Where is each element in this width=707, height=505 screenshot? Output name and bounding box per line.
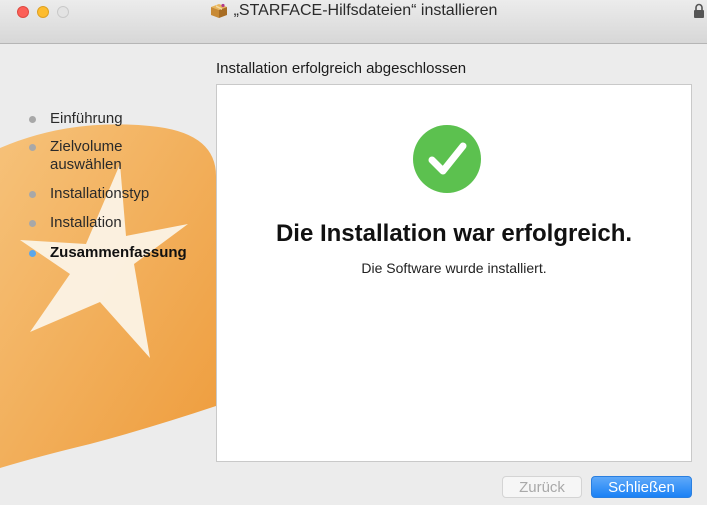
step-indicator-dot	[29, 144, 36, 151]
success-headline: Die Installation war erfolgreich.	[275, 220, 633, 247]
window-title-wrap: „STARFACE-Hilfsdateien“ installieren	[0, 2, 707, 24]
close-button[interactable]: Schließen	[591, 476, 692, 498]
back-button[interactable]: Zurück	[502, 476, 582, 498]
package-icon	[210, 3, 227, 18]
step-label: Einführung	[50, 110, 123, 127]
step-label: Zielvolume auswählen	[50, 138, 123, 173]
window-title-group: „STARFACE-Hilfsdateien“ installieren	[210, 2, 498, 20]
step-label: Installationstyp	[50, 185, 150, 202]
checkmark-glyph	[428, 142, 467, 175]
success-subline: Die Software wurde installiert.	[361, 260, 547, 276]
window-title: „STARFACE-Hilfsdateien“ installieren	[233, 2, 498, 19]
step-indicator-dot-active	[29, 250, 36, 257]
step-indicator-dot	[29, 220, 36, 227]
installer-window: „STARFACE-Hilfsdateien“ installieren Ins…	[0, 0, 707, 505]
step-label: Zusammenfassung	[50, 244, 187, 261]
section-title: Installation erfolgreich abgeschlossen	[216, 60, 467, 77]
title-bar[interactable]: „STARFACE-Hilfsdateien“ installieren	[0, 0, 707, 44]
lock-icon	[694, 3, 704, 18]
checkmark-success-icon	[413, 125, 481, 193]
step-indicator-dot	[29, 191, 36, 198]
step-label: Installation	[50, 214, 122, 231]
content-panel: Die Installation war erfolgreich. Die So…	[216, 84, 692, 462]
step-indicator-dot	[29, 116, 36, 123]
